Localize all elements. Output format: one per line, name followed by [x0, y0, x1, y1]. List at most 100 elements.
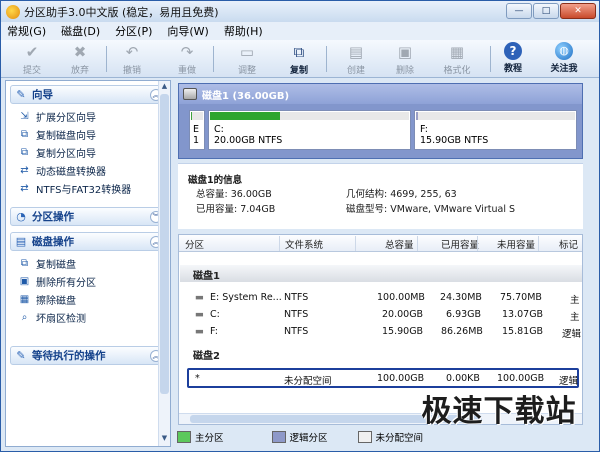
- undo-button[interactable]: ↶ 撤销: [112, 42, 152, 76]
- toolbar-separator: [326, 46, 327, 72]
- commit-button[interactable]: ✔ 提交: [12, 42, 52, 76]
- legend-unallocated: 未分配空间: [357, 430, 423, 444]
- disk-map-title: 磁盘1 (36.00GB): [202, 90, 290, 102]
- wizard-section-header[interactable]: ✎ 向导 ︽: [10, 85, 166, 104]
- redo-icon: ↷: [180, 43, 194, 61]
- copy-disk-icon: ⧉: [20, 128, 29, 140]
- x-icon: ✖: [73, 43, 87, 61]
- title-bar[interactable]: 分区助手3.0中文版 (稳定，易用且免费) — □ ✕: [1, 1, 599, 22]
- resize-button[interactable]: ▭ 调整: [227, 42, 267, 76]
- toolbar-separator: [213, 46, 214, 72]
- disk-ops-section: ▤ 磁盘操作 ︽ ⧉ 复制磁盘 ▣ 删除所有分区 ▦ 擦除磁盘 ⌕ 坏扇区检测: [10, 232, 166, 328]
- check-icon: ✔: [25, 43, 39, 61]
- pending-ops-header[interactable]: ✎ 等待执行的操作 ︽: [10, 346, 166, 365]
- scan-icon: ⌕: [21, 311, 28, 323]
- menu-general[interactable]: 常规(G): [7, 23, 46, 39]
- create-button[interactable]: ▤ 创建: [336, 42, 376, 76]
- sidebar-item-extend-partition-wizard[interactable]: ⇲ 扩展分区向导: [18, 107, 166, 125]
- wipe-icon: ▦: [19, 293, 30, 305]
- scroll-thumb[interactable]: [160, 94, 169, 394]
- follow-button[interactable]: ◍ 关注我: [544, 42, 584, 76]
- main-window: 分区助手3.0中文版 (稳定，易用且免费) — □ ✕ 常规(G) 磁盘(D) …: [0, 0, 600, 452]
- sidebar-item-bad-sector-check[interactable]: ⌕ 坏扇区检测: [18, 308, 166, 326]
- partition-usage-bar: [191, 112, 193, 120]
- delete-button[interactable]: ▣ 删除: [385, 42, 425, 76]
- legend-primary: 主分区: [177, 430, 224, 444]
- menu-wizard[interactable]: 向导(W): [167, 23, 208, 39]
- sidebar-item-wipe-disk[interactable]: ▦ 擦除磁盘: [18, 290, 166, 308]
- col-used[interactable]: 已用容量: [441, 237, 479, 251]
- maximize-button[interactable]: □: [533, 3, 559, 19]
- resize-icon: ▭: [239, 43, 255, 61]
- partition-ops-header[interactable]: ◔ 分区操作 ︾: [10, 207, 166, 226]
- format-button[interactable]: ▦ 格式化: [437, 42, 477, 76]
- redo-button[interactable]: ↷ 重做: [167, 42, 207, 76]
- hard-disk-icon: [183, 88, 197, 100]
- disk-map: 磁盘1 (36.00GB) E1 C: 20.00GB NTFS F: 15.90G…: [178, 83, 583, 159]
- partition-drive-icon: ▬: [195, 309, 204, 320]
- pending-icon: ✎: [16, 349, 26, 362]
- col-free[interactable]: 未用容量: [497, 237, 535, 251]
- disk-ops-header[interactable]: ▤ 磁盘操作 ︽: [10, 232, 166, 251]
- tutorial-button[interactable]: ? 教程: [493, 42, 533, 76]
- wizard-section: ✎ 向导 ︽ ⇲ 扩展分区向导 ⧉ 复制磁盘向导 ⧉ 复制分区向导 ⇄ 动态磁盘转换器 …: [10, 85, 166, 199]
- partition-drive-icon: ▬: [195, 326, 204, 337]
- col-partition[interactable]: 分区: [185, 237, 204, 251]
- help-icon: ?: [504, 42, 522, 60]
- disk-geometry: 几何结构: 4699, 255, 63: [346, 189, 457, 200]
- partition-drive-icon: ▬: [195, 292, 204, 303]
- toolbar: ✔ 提交 ✖ 放弃 ↶ 撤销 ↷ 重做 ▭ 调整 ⧉ 复制 ▤ 创建 ▣ 删除 …: [1, 40, 599, 78]
- delete-icon: ▣: [19, 275, 30, 287]
- col-filesystem[interactable]: 文件系统: [285, 237, 323, 251]
- format-icon: ▦: [449, 43, 465, 61]
- table-header: 分区 文件系统 总容量 已用容量 未用容量 标记: [179, 235, 582, 252]
- sidebar-item-copy-disk-wizard[interactable]: ⧉ 复制磁盘向导: [18, 125, 166, 143]
- col-flag[interactable]: 标记: [559, 237, 578, 251]
- minimize-button[interactable]: —: [506, 3, 532, 19]
- convert-icon: ⇄: [20, 164, 29, 176]
- disk-total-capacity: 总容量: 36.00GB: [196, 189, 272, 200]
- menu-disk[interactable]: 磁盘(D): [61, 23, 100, 39]
- wizard-icon: ✎: [16, 88, 26, 101]
- disk-map-header[interactable]: 磁盘1 (36.00GB): [179, 84, 582, 104]
- toolbar-separator: [490, 46, 491, 72]
- table-row[interactable]: ▬ F: NTFS 15.90GB 86.26MB 15.81GB 逻辑: [180, 323, 582, 340]
- menu-bar: 常规(G) 磁盘(D) 分区(P) 向导(W) 帮助(H): [1, 22, 599, 40]
- scroll-up-icon[interactable]: ▲: [160, 82, 169, 93]
- disk-info-heading: 磁盘1的信息: [188, 175, 243, 186]
- legend-logical: 逻辑分区: [271, 430, 328, 444]
- left-panel: ✎ 向导 ︽ ⇲ 扩展分区向导 ⧉ 复制磁盘向导 ⧉ 复制分区向导 ⇄ 动态磁盘转换器 …: [5, 80, 171, 447]
- copy-button[interactable]: ⧉ 复制: [279, 42, 319, 76]
- sidebar-item-dynamic-disk-converter[interactable]: ⇄ 动态磁盘转换器: [18, 161, 166, 179]
- sidebar-scrollbar[interactable]: ▲ ▼: [158, 81, 170, 446]
- copy-partition-icon: ⧉: [20, 146, 29, 158]
- toolbar-separator: [106, 46, 107, 72]
- table-row[interactable]: ▬ C: NTFS 20.00GB 6.93GB 13.07GB 主: [180, 306, 582, 323]
- scroll-down-icon[interactable]: ▼: [160, 434, 169, 445]
- disk-icon: ▤: [15, 235, 27, 248]
- copy-disk-icon: ⧉: [20, 257, 29, 269]
- disk-used-capacity: 已用容量: 7.04GB: [196, 204, 276, 215]
- menu-partition[interactable]: 分区(P): [115, 23, 152, 39]
- partition-usage-bar: [210, 112, 280, 120]
- sidebar-item-copy-partition-wizard[interactable]: ⧉ 复制分区向导: [18, 143, 166, 161]
- col-total[interactable]: 总容量: [385, 237, 414, 251]
- partition-block-c[interactable]: C: 20.00GB NTFS: [208, 110, 411, 150]
- table-row-selected[interactable]: * 未分配空间 100.00GB 0.00KB 100.00GB 逻辑: [187, 368, 579, 388]
- sidebar-item-delete-all-partitions[interactable]: ▣ 删除所有分区: [18, 272, 166, 290]
- partition-block-f[interactable]: F: 15.90GB NTFS: [414, 110, 577, 150]
- table-row[interactable]: ▬ E: System Re... NTFS 100.00MB 24.30MB …: [180, 289, 582, 306]
- discard-button[interactable]: ✖ 放弃: [60, 42, 100, 76]
- disk-model: 磁盘型号: VMware, VMware Virtual S: [346, 204, 516, 215]
- window-title: 分区助手3.0中文版 (稳定，易用且免费): [24, 5, 219, 19]
- menu-help[interactable]: 帮助(H): [224, 23, 263, 39]
- partition-usage-bar: [416, 112, 418, 120]
- partition-block-e[interactable]: E1: [189, 110, 205, 150]
- create-icon: ▤: [348, 43, 364, 61]
- disk-group-header: 磁盘2: [180, 345, 582, 362]
- sidebar-item-copy-disk[interactable]: ⧉ 复制磁盘: [18, 254, 166, 272]
- extend-icon: ⇲: [20, 110, 29, 122]
- close-button[interactable]: ✕: [560, 3, 596, 19]
- legend-swatch: [177, 431, 191, 443]
- sidebar-item-ntfs-fat32-converter[interactable]: ⇄ NTFS与FAT32转换器: [18, 179, 166, 197]
